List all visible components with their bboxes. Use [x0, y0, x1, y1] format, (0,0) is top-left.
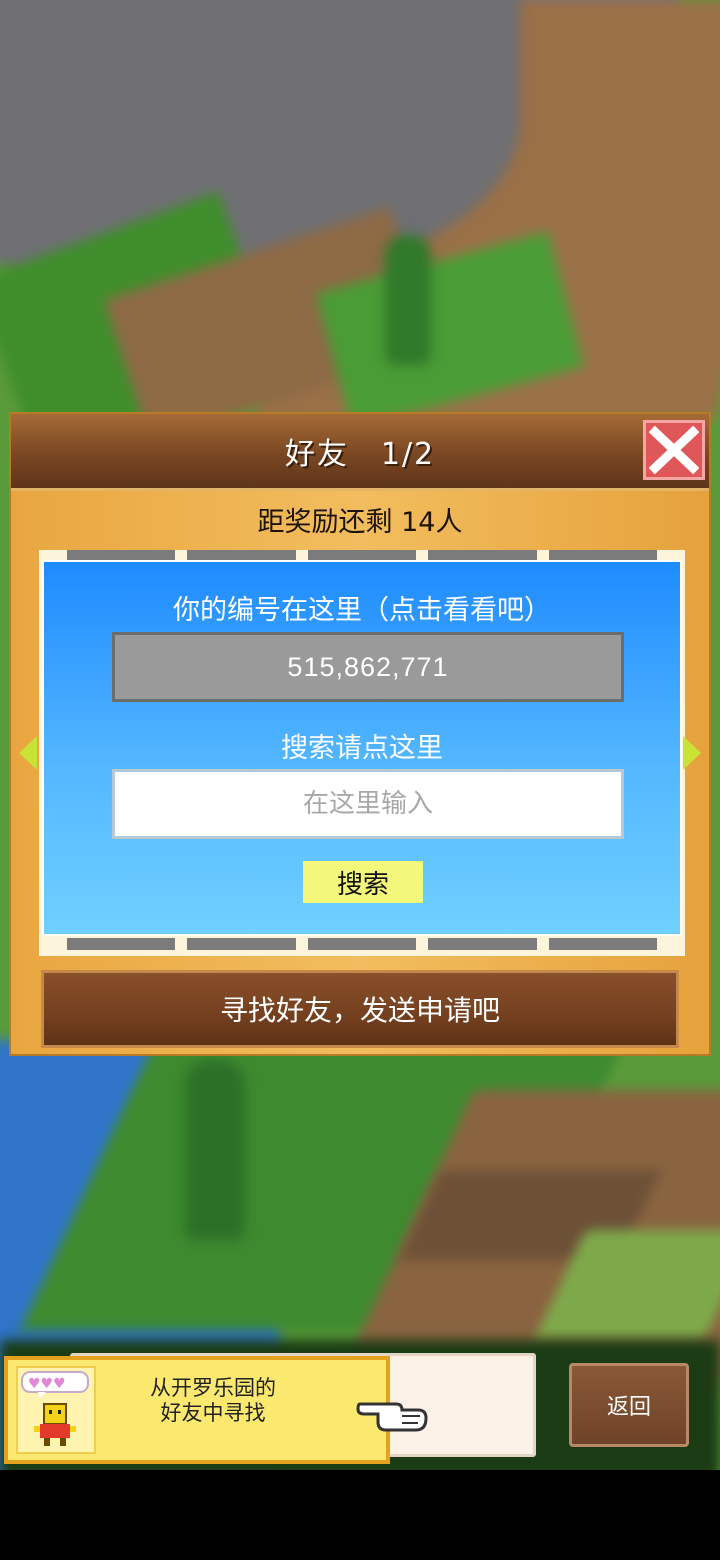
back-button[interactable]: 返回 [569, 1363, 689, 1447]
pointing-hand-icon [356, 1402, 428, 1432]
close-button[interactable] [643, 420, 705, 480]
dialog-header: 好友 1/2 [11, 414, 709, 491]
id-label: 你的编号在这里（点击看看吧） [173, 595, 551, 626]
reward-remaining-text: 距奖励还剩 14人 [257, 507, 463, 538]
dialog-title: 好友 1/2 [284, 437, 436, 472]
kairo-friends-banner[interactable]: ♥♥♥ 从开罗乐园的 好友中寻找 [4, 1356, 390, 1464]
arrow-left-icon[interactable] [19, 736, 37, 770]
player-id-box[interactable]: 515,862,771 [112, 632, 624, 702]
find-friends-button[interactable]: 寻找好友，发送申请吧 [41, 970, 679, 1048]
banner-text: 从开罗乐园的 好友中寻找 [104, 1376, 322, 1426]
friend-id-search-input[interactable] [112, 769, 624, 839]
friend-search-panel: 你的编号在这里（点击看看吧） 515,862,771 搜索请点这里 搜索 [42, 560, 682, 936]
arrow-right-icon[interactable] [683, 736, 701, 770]
mascot-icon: ♥♥♥ [16, 1366, 96, 1454]
panel-frame: 你的编号在这里（点击看看吧） 515,862,771 搜索请点这里 搜索 [39, 550, 685, 956]
search-button[interactable]: 搜索 [303, 861, 423, 903]
banner-text-line2: 好友中寻找 [160, 1401, 266, 1425]
close-icon [649, 426, 699, 474]
friends-dialog: 好友 1/2 距奖励还剩 14人 你的编号在这里（点击看看吧） 515,862,… [9, 412, 711, 1056]
banner-text-line1: 从开罗乐园的 [150, 1376, 276, 1400]
search-label: 搜索请点这里 [281, 733, 443, 764]
svg-text:♥♥♥: ♥♥♥ [28, 1376, 66, 1392]
tab-strip-bottom [67, 938, 658, 950]
